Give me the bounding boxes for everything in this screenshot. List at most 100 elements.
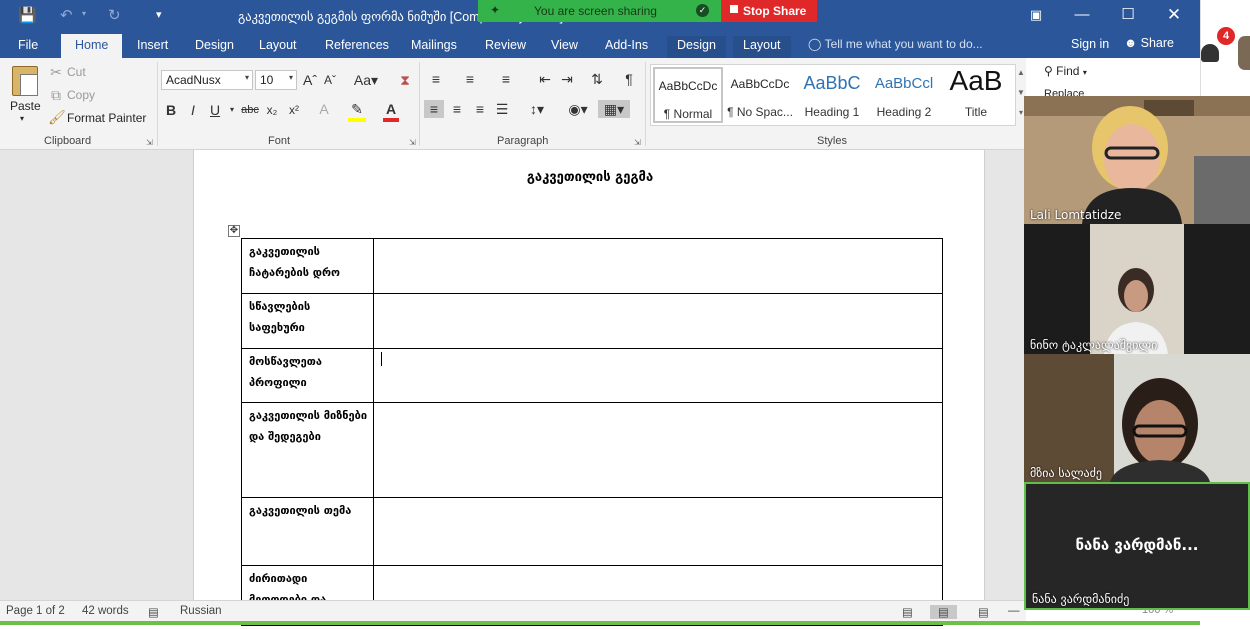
tab-design[interactable]: Design: [195, 36, 234, 58]
styles-scroll-up-icon[interactable]: ▲: [1016, 64, 1026, 82]
bullets-icon[interactable]: ≡: [426, 70, 446, 88]
participant-tile-active-speaker[interactable]: ნანა ვარდმან... ნანა ვარდმანიძე: [1024, 482, 1250, 610]
replace-button[interactable]: Replace: [1044, 88, 1084, 96]
copy-button[interactable]: Copy: [67, 88, 95, 102]
change-case-icon[interactable]: Aa▾: [352, 71, 380, 89]
font-color-icon[interactable]: A: [383, 100, 399, 122]
undo-dropdown-icon[interactable]: ▾: [82, 9, 86, 18]
grow-font-icon[interactable]: Aˆ: [302, 71, 318, 89]
share-button[interactable]: ☻ Share: [1124, 36, 1174, 50]
clipboard-launcher-icon[interactable]: ⇲: [146, 138, 153, 147]
close-icon[interactable]: ✕: [1159, 4, 1189, 26]
share-banner-icon: ✦: [490, 3, 501, 17]
underline-dropdown-icon[interactable]: ▾: [227, 101, 237, 119]
bold-icon[interactable]: B: [163, 101, 179, 119]
pilcrow-icon[interactable]: ¶: [620, 70, 638, 88]
font-size-combo[interactable]: 10 ▾: [255, 70, 297, 90]
print-layout-icon[interactable]: ▤: [930, 605, 957, 619]
line-spacing-icon[interactable]: ↕▾: [524, 100, 550, 118]
font-launcher-icon[interactable]: ⇲: [409, 138, 416, 147]
style-heading-1[interactable]: AaBbC Heading 1: [797, 67, 867, 123]
minimize-icon[interactable]: —: [1067, 4, 1097, 26]
superscript-icon[interactable]: x²: [286, 101, 302, 119]
ribbon-display-options-icon[interactable]: ▣: [1021, 4, 1051, 26]
paste-dropdown-icon[interactable]: ▾: [20, 114, 24, 123]
shrink-font-icon[interactable]: Aˇ: [322, 71, 338, 89]
increase-indent-icon[interactable]: ⇥: [558, 70, 576, 88]
bell-icon[interactable]: [1201, 44, 1219, 62]
read-mode-icon[interactable]: ▤: [902, 605, 913, 619]
align-left-icon[interactable]: ≡: [424, 100, 444, 118]
language-indicator[interactable]: Russian: [180, 605, 222, 617]
document-page[interactable]: გაკვეთილის გეგმა ✥ გაკვეთილის ჩატარების …: [193, 150, 985, 626]
style-normal[interactable]: AaBbCcDc ¶ Normal: [653, 67, 723, 123]
paragraph-launcher-icon[interactable]: ⇲: [634, 138, 641, 147]
web-layout-icon[interactable]: ▤: [978, 605, 989, 619]
undo-icon[interactable]: ↶: [60, 6, 73, 24]
style-no-spacing[interactable]: AaBbCcDc ¶ No Spac...: [725, 67, 795, 123]
save-icon[interactable]: 💾: [18, 6, 37, 24]
tab-view[interactable]: View: [551, 36, 578, 58]
style-sample: AaBbCcDc: [730, 77, 790, 91]
ribbon-tabs: File Home Insert Design Layout Reference…: [0, 32, 1200, 58]
tab-layout[interactable]: Layout: [259, 36, 297, 58]
clipboard-group-label: Clipboard: [44, 135, 92, 147]
table-cell[interactable]: [373, 238, 943, 294]
style-heading-2[interactable]: AaBbCcl Heading 2: [869, 67, 939, 123]
sort-icon[interactable]: ⇅: [588, 70, 606, 88]
tab-mailings[interactable]: Mailings: [411, 36, 457, 58]
shading-icon[interactable]: ◉▾: [564, 100, 592, 118]
tell-me-text: Tell me what you want to do...: [824, 37, 983, 51]
justify-icon[interactable]: ☰: [492, 100, 512, 118]
tab-insert[interactable]: Insert: [137, 36, 168, 58]
underline-icon[interactable]: U: [207, 101, 223, 119]
zoom-out-icon[interactable]: —: [1008, 605, 1020, 617]
table-cell-active[interactable]: [373, 348, 943, 403]
tab-home[interactable]: Home: [61, 34, 123, 58]
page-count[interactable]: Page 1 of 2: [6, 605, 65, 617]
notification-badge: 4: [1217, 27, 1235, 45]
table-cell[interactable]: [373, 293, 943, 349]
maximize-icon[interactable]: ☐: [1113, 4, 1143, 26]
subscript-icon[interactable]: x₂: [264, 101, 280, 119]
decrease-indent-icon[interactable]: ⇤: [536, 70, 554, 88]
text-effects-icon[interactable]: A: [315, 100, 333, 118]
stop-share-button[interactable]: Stop Share: [721, 0, 817, 22]
find-button[interactable]: ⚲ Find ▾: [1044, 64, 1087, 78]
paste-button[interactable]: Paste: [10, 99, 41, 113]
italic-icon[interactable]: I: [185, 101, 201, 119]
participant-tile[interactable]: Lali Lomtatidze: [1024, 96, 1250, 224]
paste-sheet-icon[interactable]: [20, 74, 38, 96]
strikethrough-icon[interactable]: abc: [240, 101, 260, 119]
table-cell[interactable]: [373, 497, 943, 566]
align-center-icon[interactable]: ≡: [447, 100, 467, 118]
table-move-handle-icon[interactable]: ✥: [228, 225, 240, 237]
highlight-icon[interactable]: ✎: [348, 100, 366, 122]
tab-table-design[interactable]: Design: [667, 36, 726, 58]
word-count[interactable]: 42 words: [82, 605, 129, 617]
font-name-combo[interactable]: AcadNusx ▾: [161, 70, 253, 90]
participant-tile[interactable]: ნინო ტაკლალაშვილი: [1024, 224, 1250, 354]
align-right-icon[interactable]: ≡: [470, 100, 490, 118]
multilevel-list-icon[interactable]: ≡: [496, 70, 516, 88]
style-title[interactable]: AaB Title: [941, 65, 1011, 123]
tab-add-ins[interactable]: Add-Ins: [605, 36, 648, 58]
tab-file[interactable]: File: [18, 36, 38, 58]
tab-references[interactable]: References: [325, 36, 389, 58]
numbering-icon[interactable]: ≡: [460, 70, 480, 88]
table-cell[interactable]: [373, 402, 943, 498]
format-painter-button[interactable]: Format Painter: [67, 111, 146, 125]
borders-icon[interactable]: ▦▾: [598, 100, 630, 118]
redo-icon[interactable]: ↻: [108, 6, 121, 24]
participant-tile[interactable]: მზია სალაძე: [1024, 354, 1250, 482]
chevron-down-icon: ▾: [288, 73, 293, 82]
tab-review[interactable]: Review: [485, 36, 526, 58]
cut-button[interactable]: Cut: [67, 65, 86, 79]
tab-table-layout[interactable]: Layout: [733, 36, 791, 58]
sign-in-link[interactable]: Sign in: [1071, 37, 1109, 51]
proofing-icon[interactable]: ▤: [148, 605, 159, 619]
clear-formatting-icon[interactable]: ⧗: [396, 71, 414, 89]
format-painter-icon: 🖌: [48, 109, 66, 125]
customize-toolbar-icon[interactable]: ▾: [156, 8, 162, 21]
tell-me-search[interactable]: ◯ Tell me what you want to do...: [808, 37, 983, 51]
